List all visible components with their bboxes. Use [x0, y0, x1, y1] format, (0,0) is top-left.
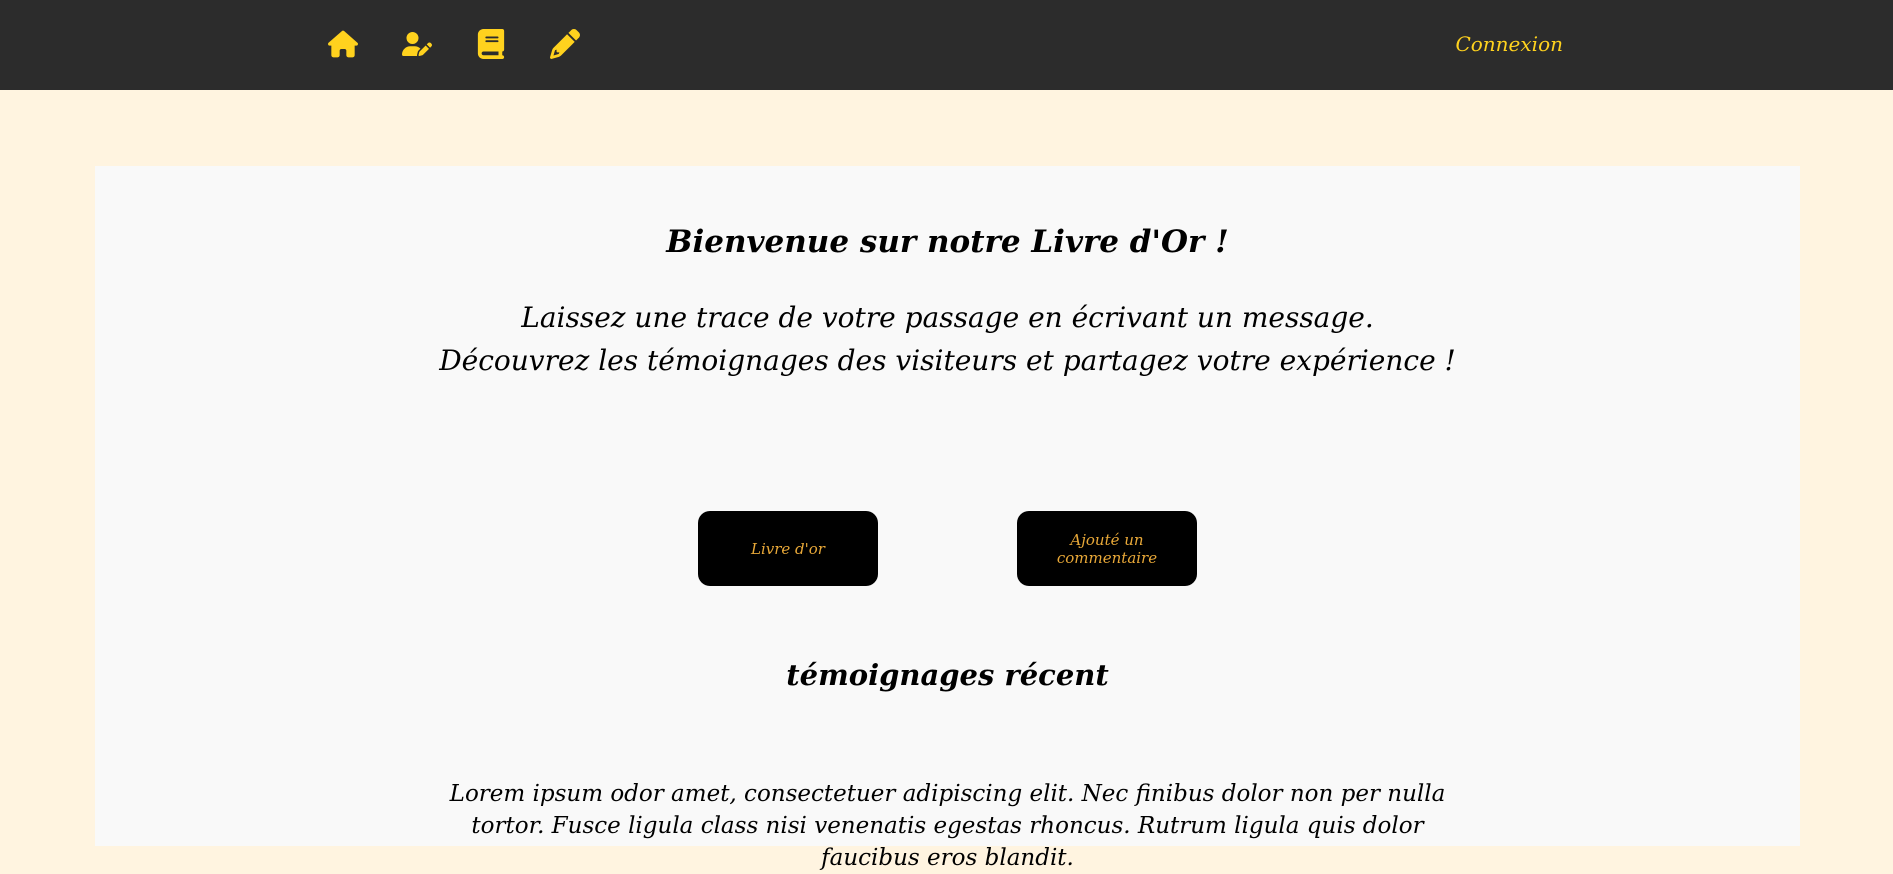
intro-text: Laissez une trace de votre passage en éc… [95, 296, 1800, 382]
main-card: Bienvenue sur notre Livre d'Or ! Laissez… [95, 166, 1800, 871]
book-icon[interactable] [475, 28, 507, 60]
add-comment-button[interactable]: Ajouté un commentaire [1017, 511, 1197, 586]
home-icon[interactable] [327, 28, 359, 60]
pencil-icon[interactable] [549, 28, 581, 60]
login-link[interactable]: Connexion [1455, 32, 1563, 56]
recent-testimonials-heading: témoignages récent [786, 658, 1109, 692]
user-edit-icon[interactable] [401, 28, 433, 60]
livre-dor-button[interactable]: Livre d'or [698, 511, 878, 586]
intro-line-1: Laissez une trace de votre passage en éc… [521, 301, 1374, 334]
nav-icons [327, 28, 581, 60]
top-navbar: Connexion [0, 0, 1893, 90]
intro-line-2: Découvrez les témoignages des visiteurs … [439, 344, 1456, 377]
welcome-heading: Bienvenue sur notre Livre d'Or ! [666, 224, 1229, 260]
testimonial-text: Lorem ipsum odor amet, consectetuer adip… [449, 781, 1446, 871]
